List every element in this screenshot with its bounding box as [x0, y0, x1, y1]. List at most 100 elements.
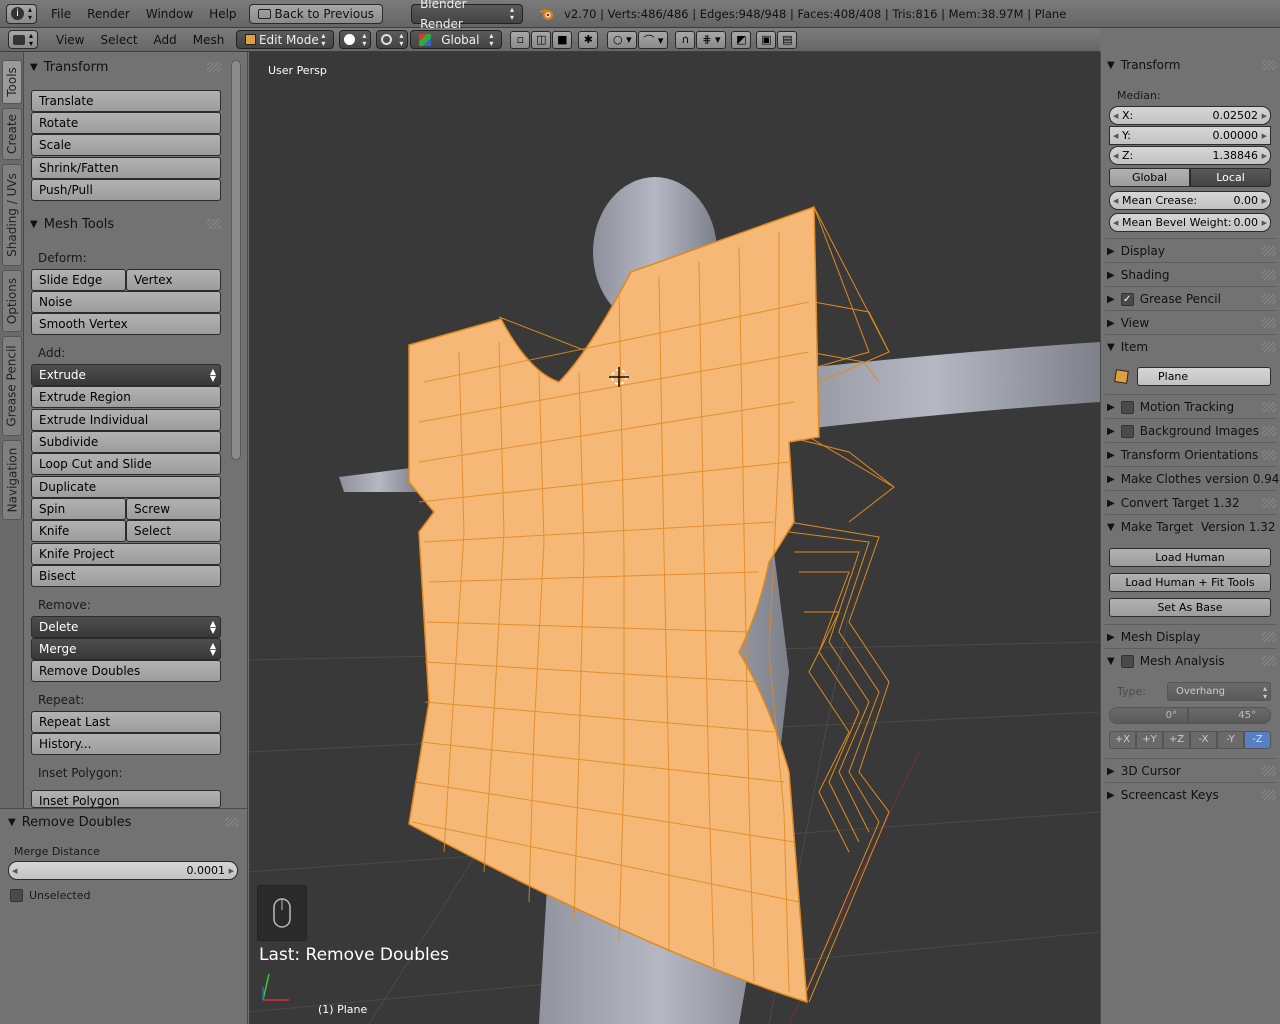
tab-tools[interactable]: Tools	[2, 60, 22, 104]
extrude-region-button[interactable]: Extrude Region	[31, 386, 221, 408]
mesh-analysis-panel-header[interactable]: ▼ Mesh Analysis	[1107, 650, 1275, 672]
back-to-previous-button[interactable]: Back to Previous	[248, 3, 384, 24]
grease-pencil-checkbox[interactable]: ✓	[1120, 292, 1134, 306]
panel-grip-icon[interactable]	[207, 219, 221, 229]
global-toggle-button[interactable]: Global	[1109, 168, 1190, 187]
background-images-panel-header[interactable]: ▶ Background Images	[1107, 420, 1275, 442]
knife-project-button[interactable]: Knife Project	[31, 543, 221, 565]
median-z-field[interactable]: ◀ Z: 1.38846 ▶	[1109, 146, 1271, 165]
panel-grip-icon[interactable]	[1262, 426, 1276, 436]
shading-panel-header[interactable]: ▶ Shading	[1107, 264, 1275, 286]
tab-grease-pencil[interactable]: Grease Pencil	[2, 336, 22, 436]
load-human-fit-tools-button[interactable]: Load Human + Fit Tools	[1109, 573, 1271, 592]
loop-cut-button[interactable]: Loop Cut and Slide	[31, 453, 221, 475]
subdivide-button[interactable]: Subdivide	[31, 431, 221, 453]
transform-panel-header[interactable]: ▼ Transform	[30, 56, 225, 78]
opengl-animation-icon[interactable]: ▤	[777, 30, 798, 49]
editor-type-3d-button[interactable]: ▴ ▾	[8, 30, 39, 49]
axis-pos-y-button[interactable]: +Y	[1136, 731, 1163, 749]
unselected-checkbox-row[interactable]: Unselected	[10, 889, 90, 902]
render-engine-select[interactable]: Blender Render ▴ ▾	[411, 0, 524, 31]
panel-grip-icon[interactable]	[1262, 790, 1276, 800]
magnet-snap-icon[interactable]: ∩	[675, 30, 696, 49]
panel-grip-icon[interactable]	[1262, 60, 1276, 70]
menu-view[interactable]: View	[48, 30, 92, 50]
merge-dropdown[interactable]: Merge ▲ ▼	[31, 638, 221, 660]
snap-element-icon[interactable]: ⋕ ▾	[696, 30, 727, 49]
transform-orientation-select[interactable]: Global ▴ ▾	[410, 30, 503, 49]
panel-grip-icon[interactable]	[1262, 402, 1276, 412]
angle-max-field[interactable]: 45°	[1188, 707, 1271, 724]
local-toggle-button[interactable]: Local	[1190, 168, 1271, 187]
falloff-icon[interactable]: ⌒ ▾	[638, 30, 669, 49]
tab-navigation[interactable]: Navigation	[2, 440, 22, 520]
decrement-arrow-icon[interactable]: ◀	[1113, 219, 1118, 227]
menu-file[interactable]: File	[43, 4, 79, 24]
median-y-field[interactable]: ◀ Y: 0.00000 ▶	[1109, 126, 1271, 145]
mesh-analysis-checkbox[interactable]	[1120, 654, 1134, 668]
unselected-checkbox[interactable]	[10, 889, 23, 902]
scale-button[interactable]: Scale	[31, 134, 221, 156]
axis-neg-y-button[interactable]: -Y	[1217, 731, 1244, 749]
axis-pos-x-button[interactable]: +X	[1109, 731, 1136, 749]
transform-properties-header[interactable]: ▼ Transform	[1107, 54, 1275, 76]
angle-range-field[interactable]: 0° 45°	[1109, 707, 1271, 724]
mesh-display-panel-header[interactable]: ▶ Mesh Display	[1107, 626, 1275, 648]
increment-arrow-icon[interactable]: ▶	[229, 867, 234, 875]
median-x-field[interactable]: ◀ X: 0.02502 ▶	[1109, 106, 1271, 125]
increment-arrow-icon[interactable]: ▶	[1262, 112, 1267, 120]
extrude-dropdown[interactable]: Extrude ▲ ▼	[31, 364, 221, 386]
extrude-individual-button[interactable]: Extrude Individual	[31, 409, 221, 431]
decrement-arrow-icon[interactable]: ◀	[1113, 132, 1118, 140]
background-images-checkbox[interactable]	[1120, 424, 1134, 438]
grease-pencil-panel-header[interactable]: ▶ ✓ Grease Pencil	[1107, 288, 1275, 310]
panel-grip-icon[interactable]	[225, 817, 239, 827]
view-panel-header[interactable]: ▶ View	[1107, 312, 1275, 334]
motion-tracking-checkbox[interactable]	[1120, 400, 1134, 414]
duplicate-button[interactable]: Duplicate	[31, 476, 221, 498]
make-clothes-panel-header[interactable]: ▶ Make Clothes version 0.949	[1107, 468, 1280, 490]
panel-grip-icon[interactable]	[1262, 656, 1276, 666]
panel-grip-icon[interactable]	[1262, 766, 1276, 776]
inset-polygon-button[interactable]: Inset Polygon	[31, 790, 221, 808]
opengl-render-icon[interactable]: ▣	[756, 30, 777, 49]
panel-grip-icon[interactable]	[1262, 294, 1276, 304]
translate-button[interactable]: Translate	[31, 90, 221, 112]
menu-select[interactable]: Select	[93, 30, 146, 50]
delete-dropdown[interactable]: Delete ▲ ▼	[31, 616, 221, 638]
panel-grip-icon[interactable]	[207, 62, 221, 72]
increment-arrow-icon[interactable]: ▶	[1262, 152, 1267, 160]
panel-grip-icon[interactable]	[1262, 450, 1276, 460]
rotate-button[interactable]: Rotate	[31, 112, 221, 134]
increment-arrow-icon[interactable]: ▶	[1262, 132, 1267, 140]
decrement-arrow-icon[interactable]: ◀	[12, 867, 17, 875]
tab-create[interactable]: Create	[2, 108, 22, 160]
merge-distance-field[interactable]: ◀ 0.0001 ▶	[8, 861, 238, 880]
render-still-icon[interactable]: ◩	[731, 30, 752, 49]
make-target-panel-header[interactable]: ▼ Make Target Version 1.32	[1107, 516, 1276, 538]
screw-button[interactable]: Screw	[126, 498, 221, 520]
display-panel-header[interactable]: ▶ Display	[1107, 240, 1275, 262]
mean-bevel-weight-field[interactable]: ◀ Mean Bevel Weight: 0.00 ▶	[1109, 213, 1271, 232]
convert-target-panel-header[interactable]: ▶ Convert Target 1.32	[1107, 492, 1275, 514]
decrement-arrow-icon[interactable]: ◀	[1113, 112, 1118, 120]
repeat-last-button[interactable]: Repeat Last	[31, 711, 221, 733]
smooth-vertex-button[interactable]: Smooth Vertex	[31, 313, 221, 335]
editor-type-button[interactable]: i ▴ ▾	[6, 3, 38, 24]
set-as-base-button[interactable]: Set As Base	[1109, 598, 1271, 617]
mesh-tools-panel-header[interactable]: ▼ Mesh Tools	[30, 213, 225, 235]
history-button[interactable]: History...	[31, 733, 221, 755]
panel-grip-icon[interactable]	[1262, 270, 1276, 280]
mean-crease-field[interactable]: ◀ Mean Crease: 0.00 ▶	[1109, 191, 1271, 210]
axis-neg-x-button[interactable]: -X	[1190, 731, 1217, 749]
increment-arrow-icon[interactable]: ▶	[1262, 197, 1267, 205]
remove-doubles-panel-header[interactable]: ▼ Remove Doubles	[8, 811, 225, 833]
menu-render[interactable]: Render	[79, 4, 138, 24]
panel-grip-icon[interactable]	[1262, 342, 1276, 352]
shrink-fatten-button[interactable]: Shrink/Fatten	[31, 157, 221, 179]
transform-orientations-panel-header[interactable]: ▶ Transform Orientations	[1107, 444, 1275, 466]
bisect-button[interactable]: Bisect	[31, 565, 221, 587]
tool-shelf-scrollbar[interactable]	[231, 60, 241, 460]
motion-tracking-panel-header[interactable]: ▶ Motion Tracking	[1107, 396, 1275, 418]
menu-help[interactable]: Help	[201, 4, 244, 24]
